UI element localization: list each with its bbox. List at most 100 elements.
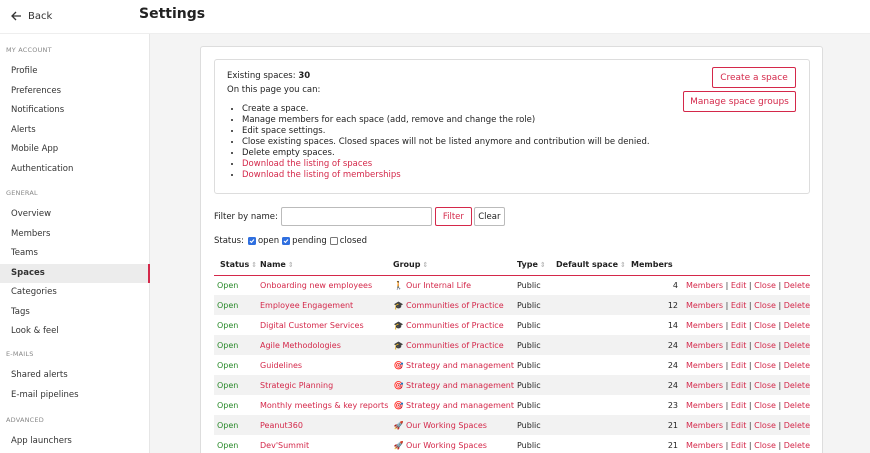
close-action-link[interactable]: Close <box>754 421 776 430</box>
space-name-link[interactable]: Peanut360 <box>260 421 303 430</box>
delete-action-link[interactable]: Delete <box>784 441 810 450</box>
members-action-link[interactable]: Members <box>686 381 723 390</box>
status-open-checkbox[interactable] <box>247 237 256 245</box>
close-action-link[interactable]: Close <box>754 321 776 330</box>
sidebar-item-shared-alerts[interactable]: Shared alerts <box>0 366 150 385</box>
column-header-name[interactable]: Name ⇕ <box>260 255 393 276</box>
group-cell: 🎯 Strategy and management <box>393 375 517 395</box>
edit-action-link[interactable]: Edit <box>731 401 747 410</box>
sidebar-item-overview[interactable]: Overview <box>0 205 150 224</box>
group-link[interactable]: Our Working Spaces <box>406 441 487 450</box>
sort-icon[interactable]: ⇕ <box>620 261 626 269</box>
sort-icon[interactable]: ⇕ <box>422 261 428 269</box>
group-link[interactable]: Communities of Practice <box>406 321 504 330</box>
name-cell: Peanut360 <box>260 415 393 435</box>
delete-action-link[interactable]: Delete <box>784 421 810 430</box>
close-action-link[interactable]: Close <box>754 301 776 310</box>
clear-button[interactable]: Clear <box>473 207 505 226</box>
sidebar-item-mobile-app[interactable]: Mobile App <box>0 140 150 159</box>
members-action-link[interactable]: Members <box>686 421 723 430</box>
delete-action-link[interactable]: Delete <box>784 281 810 290</box>
space-name-link[interactable]: Agile Methodologies <box>260 341 341 350</box>
members-action-link[interactable]: Members <box>686 361 723 370</box>
sidebar-item-teams[interactable]: Teams <box>0 244 150 263</box>
sidebar-item-tags[interactable]: Tags <box>0 303 150 322</box>
close-action-link[interactable]: Close <box>754 281 776 290</box>
sidebar-item-app-launchers[interactable]: App launchers <box>0 432 150 451</box>
table-row: Open Digital Customer Services 🎓 Communitie… <box>214 315 810 335</box>
delete-action-link[interactable]: Delete <box>784 321 810 330</box>
space-name-link[interactable]: Onboarding new employees <box>260 281 372 290</box>
type-cell: Public <box>517 415 556 435</box>
group-link[interactable]: Our Internal Life <box>406 281 471 290</box>
edit-action-link[interactable]: Edit <box>731 321 747 330</box>
table-row: Open Peanut360 🚀 Our Working Spaces Public 21… <box>214 415 810 435</box>
sidebar-item-notifications[interactable]: Notifications <box>0 101 150 120</box>
column-header-status[interactable]: Status ⇕ <box>214 255 260 276</box>
space-name-link[interactable]: Dev'Summit <box>260 441 309 450</box>
group-link[interactable]: Strategy and management <box>406 401 514 410</box>
members-action-link[interactable]: Members <box>686 441 723 450</box>
sidebar-item-alerts[interactable]: Alerts <box>0 121 150 140</box>
sort-icon[interactable]: ⇕ <box>251 261 257 269</box>
edit-action-link[interactable]: Edit <box>731 361 747 370</box>
space-name-link[interactable]: Employee Engagement <box>260 301 353 310</box>
delete-action-link[interactable]: Delete <box>784 401 810 410</box>
members-action-link[interactable]: Members <box>686 281 723 290</box>
status-closed-checkbox[interactable] <box>329 237 338 245</box>
delete-action-link[interactable]: Delete <box>784 361 810 370</box>
sidebar-item-categories[interactable]: Categories <box>0 283 150 302</box>
sidebar-item-members[interactable]: Members <box>0 225 150 244</box>
group-link[interactable]: Strategy and management <box>406 381 514 390</box>
group-link[interactable]: Our Working Spaces <box>406 421 487 430</box>
members-action-link[interactable]: Members <box>686 341 723 350</box>
sidebar-item-preferences[interactable]: Preferences <box>0 82 150 101</box>
group-link[interactable]: Communities of Practice <box>406 301 504 310</box>
group-cell: 🚀 Our Working Spaces <box>393 435 517 453</box>
members-action-link[interactable]: Members <box>686 301 723 310</box>
column-header-members[interactable]: Members <box>631 255 680 276</box>
edit-action-link[interactable]: Edit <box>731 421 747 430</box>
sidebar-item-spaces[interactable]: Spaces <box>0 263 150 283</box>
filter-name-input[interactable] <box>280 207 432 226</box>
sidebar-item-profile[interactable]: Profile <box>0 62 150 81</box>
space-name-link[interactable]: Monthly meetings & key reports <box>260 401 388 410</box>
back-button[interactable]: Back <box>10 10 52 22</box>
column-header-label: Type <box>517 260 538 270</box>
sidebar-item-e-mail-pipelines[interactable]: E-mail pipelines <box>0 386 150 405</box>
delete-action-link[interactable]: Delete <box>784 301 810 310</box>
download-spaces-link[interactable]: Download the listing of spaces <box>242 159 372 169</box>
delete-action-link[interactable]: Delete <box>784 381 810 390</box>
space-name-link[interactable]: Guidelines <box>260 361 302 370</box>
column-header-type[interactable]: Type ⇕ <box>517 255 556 276</box>
close-action-link[interactable]: Close <box>754 401 776 410</box>
sort-icon[interactable]: ⇕ <box>288 261 294 269</box>
edit-action-link[interactable]: Edit <box>731 381 747 390</box>
close-action-link[interactable]: Close <box>754 381 776 390</box>
members-action-link[interactable]: Members <box>686 321 723 330</box>
sort-icon[interactable]: ⇕ <box>540 261 546 269</box>
column-header-default-space[interactable]: Default space ⇕ <box>556 255 631 276</box>
column-header-group[interactable]: Group ⇕ <box>393 255 517 276</box>
edit-action-link[interactable]: Edit <box>731 281 747 290</box>
space-name-link[interactable]: Strategic Planning <box>260 381 333 390</box>
manage-space-groups-button[interactable]: Manage space groups <box>683 91 796 112</box>
info-box: Existing spaces: 30 On this page you can… <box>214 59 810 194</box>
close-action-link[interactable]: Close <box>754 341 776 350</box>
close-action-link[interactable]: Close <box>754 441 776 450</box>
create-space-button[interactable]: Create a space <box>712 67 796 88</box>
status-pending-checkbox[interactable] <box>282 237 291 245</box>
close-action-link[interactable]: Close <box>754 361 776 370</box>
group-link[interactable]: Strategy and management <box>406 361 514 370</box>
group-link[interactable]: Communities of Practice <box>406 341 504 350</box>
filter-button[interactable]: Filter <box>434 207 472 226</box>
sidebar-item-authentication[interactable]: Authentication <box>0 160 150 179</box>
edit-action-link[interactable]: Edit <box>731 441 747 450</box>
space-name-link[interactable]: Digital Customer Services <box>260 321 364 330</box>
delete-action-link[interactable]: Delete <box>784 341 810 350</box>
edit-action-link[interactable]: Edit <box>731 341 747 350</box>
members-action-link[interactable]: Members <box>686 401 723 410</box>
sidebar-item-look-feel[interactable]: Look & feel <box>0 322 150 341</box>
edit-action-link[interactable]: Edit <box>731 301 747 310</box>
download-memberships-link[interactable]: Download the listing of memberships <box>242 170 401 180</box>
